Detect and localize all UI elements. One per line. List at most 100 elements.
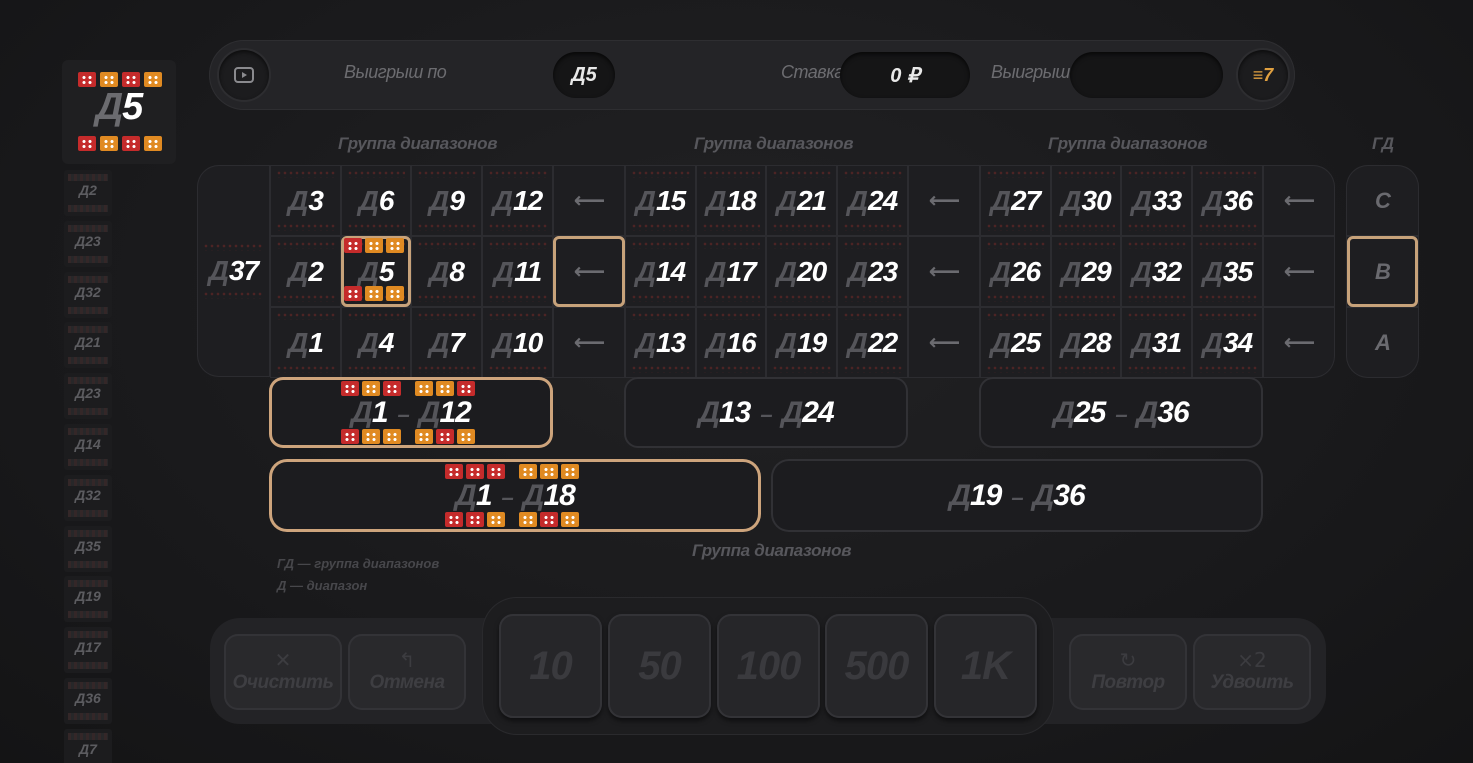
double-button[interactable]: ×2 Удвоить — [1193, 634, 1311, 710]
history-item: Д14 — [64, 424, 112, 470]
cell-3[interactable]: Д3 — [270, 165, 341, 236]
history-current-label: Д5 — [95, 86, 144, 128]
cell-2[interactable]: Д2 — [270, 236, 341, 307]
row-bet-arrow[interactable]: ⟵ — [553, 236, 625, 307]
cell-30[interactable]: Д30 — [1051, 165, 1121, 236]
cell-18[interactable]: Д18 — [696, 165, 766, 236]
row-bet-arrow[interactable]: ⟵ — [1263, 307, 1335, 378]
row-bet-arrow[interactable]: ⟵ — [908, 307, 980, 378]
group-title-1: Группа диапазонов — [338, 134, 498, 153]
cell-27[interactable]: Д27 — [980, 165, 1051, 236]
multiplier-button[interactable]: ≡7 — [1238, 50, 1288, 100]
cell-10[interactable]: Д10 — [482, 307, 553, 378]
cell-12[interactable]: Д12 — [482, 165, 553, 236]
history-item: Д35 — [64, 525, 112, 572]
cell-17[interactable]: Д17 — [696, 236, 766, 307]
cell-23[interactable]: Д23 — [837, 236, 908, 307]
gd-title: ГД — [1372, 134, 1394, 153]
dice-top-row — [78, 72, 162, 87]
legend-gd: ГД — группа диапазонов — [277, 556, 440, 571]
bet-value: 0 ₽ — [840, 52, 970, 98]
cell-37-label: Д37 — [208, 255, 259, 286]
cell-9[interactable]: Д9 — [411, 165, 482, 236]
cell-28[interactable]: Д28 — [1051, 307, 1121, 378]
history-item: Д23 — [64, 220, 112, 267]
dice-icon-row — [445, 512, 579, 527]
cell-29[interactable]: Д29 — [1051, 236, 1121, 307]
row-bet-arrow[interactable]: ⟵ — [908, 236, 980, 307]
dice-icon-row — [445, 464, 579, 479]
chip-500[interactable]: 500 — [825, 614, 928, 718]
cell-24[interactable]: Д24 — [837, 165, 908, 236]
undo-button[interactable]: ↰ Отмена — [348, 634, 466, 710]
play-video-icon — [234, 67, 254, 83]
cell-20[interactable]: Д20 — [766, 236, 837, 307]
dozen-1-12[interactable]: Д1– Д12 — [269, 377, 553, 448]
arrow-left-icon: ⟵ — [928, 259, 961, 284]
group-title-2: Группа диапазонов — [694, 134, 854, 153]
gd-button-a[interactable]: A — [1346, 307, 1419, 378]
half-19-36[interactable]: Д19– Д36 — [771, 459, 1263, 532]
clear-button[interactable]: ✕ Очистить — [224, 634, 342, 710]
cell-14[interactable]: Д14 — [625, 236, 696, 307]
cell-31[interactable]: Д31 — [1121, 307, 1192, 378]
arrow-left-icon: ⟵ — [1283, 188, 1316, 213]
half-1-18[interactable]: Д1– Д18 — [269, 459, 761, 532]
video-button[interactable] — [219, 50, 269, 100]
history-current: Д5 — [62, 60, 176, 164]
dice-icon-row — [341, 429, 475, 444]
cell-11[interactable]: Д11 — [482, 236, 553, 307]
win-on-label: Выигрыш по — [344, 62, 447, 82]
cell-21[interactable]: Д21 — [766, 165, 837, 236]
row-bet-arrow[interactable]: ⟵ — [553, 165, 625, 236]
cell-15[interactable]: Д15 — [625, 165, 696, 236]
cell-16[interactable]: Д16 — [696, 307, 766, 378]
gd-button-b[interactable]: B — [1346, 236, 1419, 307]
cell-1[interactable]: Д1 — [270, 307, 341, 378]
cell-36[interactable]: Д36 — [1192, 165, 1263, 236]
chip-100[interactable]: 100 — [717, 614, 820, 718]
row-bet-arrow[interactable]: ⟵ — [1263, 236, 1335, 307]
cell-7[interactable]: Д7 — [411, 307, 482, 378]
cell-25[interactable]: Д25 — [980, 307, 1051, 378]
cell-34[interactable]: Д34 — [1192, 307, 1263, 378]
die-icon — [144, 72, 162, 87]
row-bet-arrow[interactable]: ⟵ — [1263, 165, 1335, 236]
half-19-36-label: Д19– Д36 — [949, 478, 1085, 512]
legend-d: Д — диапазон — [277, 578, 368, 593]
cell-8[interactable]: Д8 — [411, 236, 482, 307]
dice-icon-row — [341, 381, 475, 396]
cell-22[interactable]: Д22 — [837, 307, 908, 378]
die-icon — [144, 136, 162, 151]
cell-4[interactable]: Д4 — [341, 307, 411, 378]
die-icon — [122, 136, 140, 151]
top-bar: Выигрыш по Д5 Ставка 0 ₽ Выигрыш ≡7 — [209, 40, 1295, 110]
arrow-left-icon: ⟵ — [928, 330, 961, 355]
dozen-13-24[interactable]: Д13– Д24 — [624, 377, 908, 448]
row-bet-arrow[interactable]: ⟵ — [908, 165, 980, 236]
cell-5-dice — [344, 238, 404, 301]
dozen-25-36[interactable]: Д25– Д36 — [979, 377, 1263, 448]
chip-50[interactable]: 50 — [608, 614, 711, 718]
cell-37[interactable]: Д37 — [197, 165, 270, 377]
cell-6[interactable]: Д6 — [341, 165, 411, 236]
history-item: Д23 — [64, 373, 112, 420]
arrow-left-icon: ⟵ — [573, 188, 606, 213]
cell-13[interactable]: Д13 — [625, 307, 696, 378]
win-on-value: Д5 — [553, 52, 615, 98]
history-item: Д7 — [64, 728, 112, 763]
arrow-left-icon: ⟵ — [1283, 259, 1316, 284]
row-bet-arrow[interactable]: ⟵ — [553, 307, 625, 378]
cell-26[interactable]: Д26 — [980, 236, 1051, 307]
history-item: Д36 — [64, 678, 112, 724]
gd-button-c[interactable]: C — [1346, 165, 1419, 236]
repeat-button[interactable]: ↻ Повтор — [1069, 634, 1187, 710]
cell-33[interactable]: Д33 — [1121, 165, 1192, 236]
cell-32[interactable]: Д32 — [1121, 236, 1192, 307]
chip-1k[interactable]: 1K — [934, 614, 1037, 718]
bottom-group-title: Группа диапазонов — [692, 541, 852, 560]
cell-19[interactable]: Д19 — [766, 307, 837, 378]
chip-10[interactable]: 10 — [499, 614, 602, 718]
group-title-3: Группа диапазонов — [1048, 134, 1208, 153]
cell-35[interactable]: Д35 — [1192, 236, 1263, 307]
